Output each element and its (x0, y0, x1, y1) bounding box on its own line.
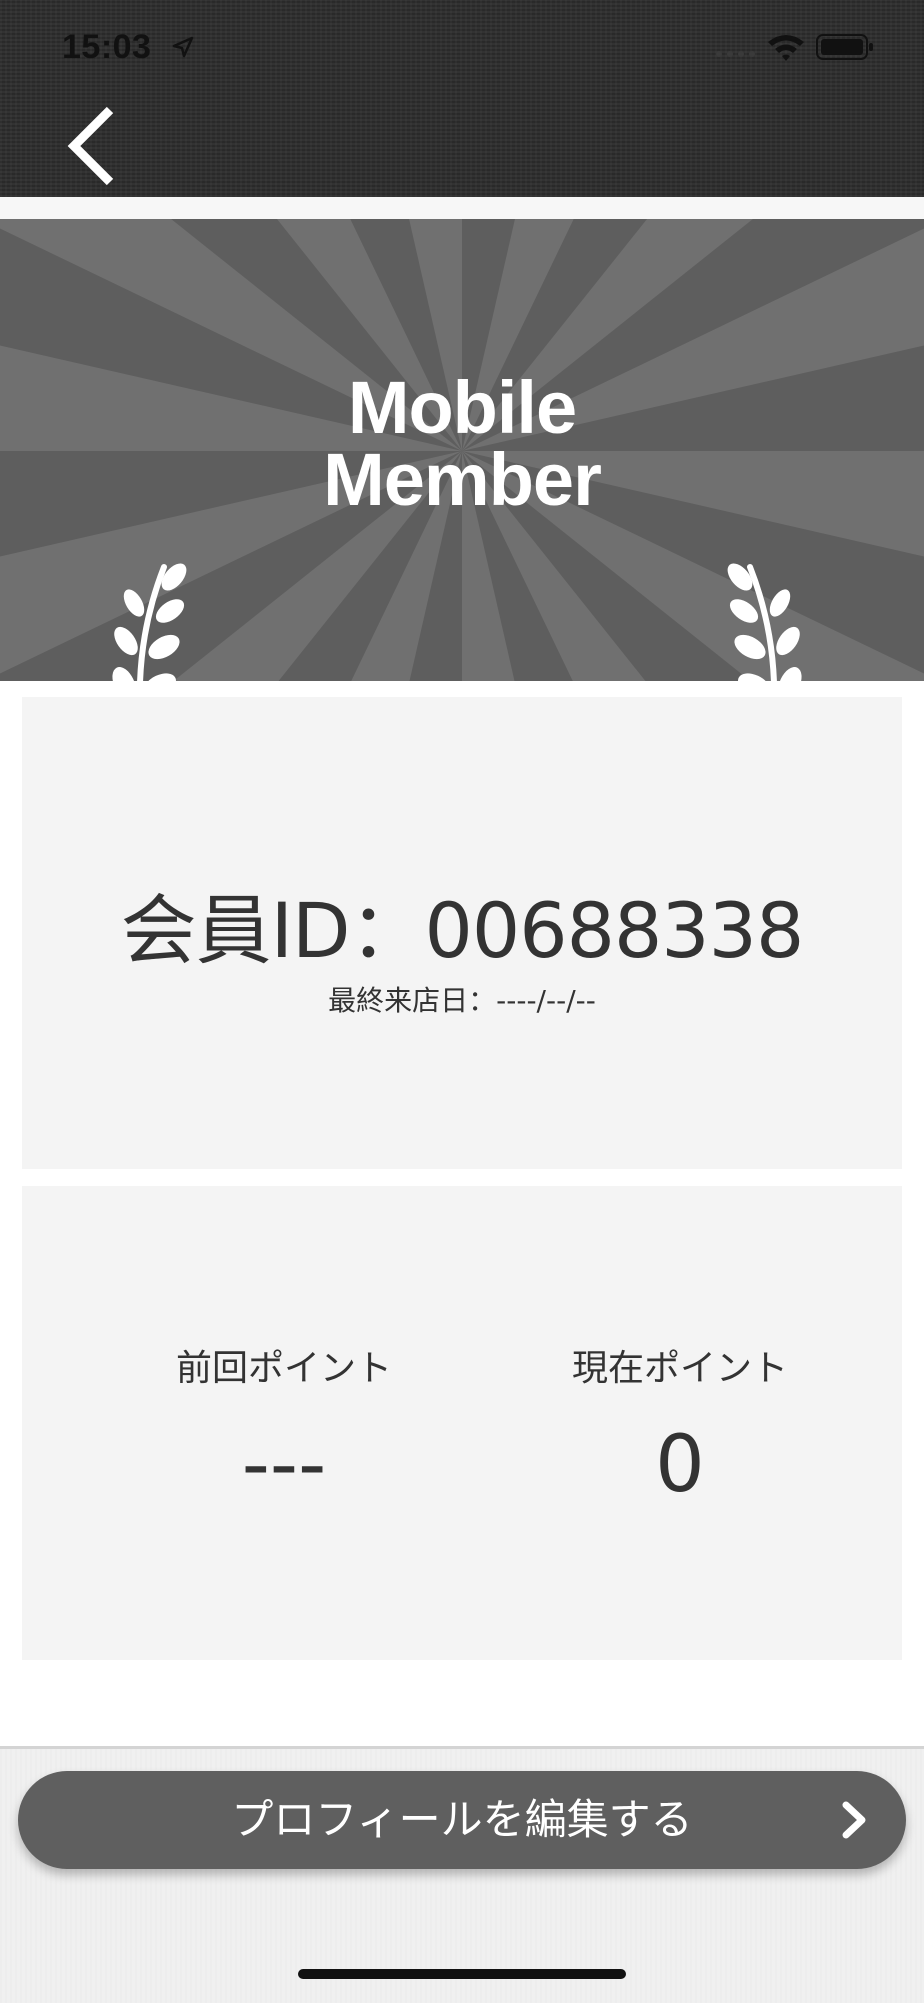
edit-profile-label: プロフィールを編集する (231, 1795, 693, 1844)
battery-icon (816, 34, 873, 60)
location-arrow-icon (172, 36, 194, 58)
back-button[interactable] (62, 100, 122, 190)
wifi-icon (768, 35, 804, 61)
laurel-icon (112, 563, 187, 681)
current-points-label: 現在ポイント (571, 1348, 788, 1389)
banner-title: Mobile Member (0, 366, 924, 521)
edit-profile-button[interactable]: プロフィールを編集する (18, 1771, 906, 1869)
status-time: 15:03 (62, 28, 152, 66)
banner-title-line2: Member (323, 438, 602, 521)
previous-points-value: --- (241, 1420, 327, 1510)
banner-title-line1: Mobile (347, 366, 577, 449)
home-indicator (298, 1969, 626, 1979)
chevron-right-icon (842, 1801, 866, 1839)
points-card: 前回ポイント --- 現在ポイント 0 (22, 1186, 902, 1660)
top-nav-bar: 15:03 (0, 0, 924, 197)
last-visit-date: 最終来店日：----/--/-- (328, 984, 596, 1017)
member-id: 会員ID：00688338 (120, 886, 805, 975)
current-points-value: 0 (655, 1420, 705, 1510)
signal-icon (716, 51, 755, 57)
laurel-icon (727, 563, 802, 681)
header-divider (0, 197, 924, 219)
previous-points-label: 前回ポイント (175, 1348, 392, 1389)
member-id-card: 会員ID：00688338 最終来店日：----/--/-- (22, 697, 902, 1169)
